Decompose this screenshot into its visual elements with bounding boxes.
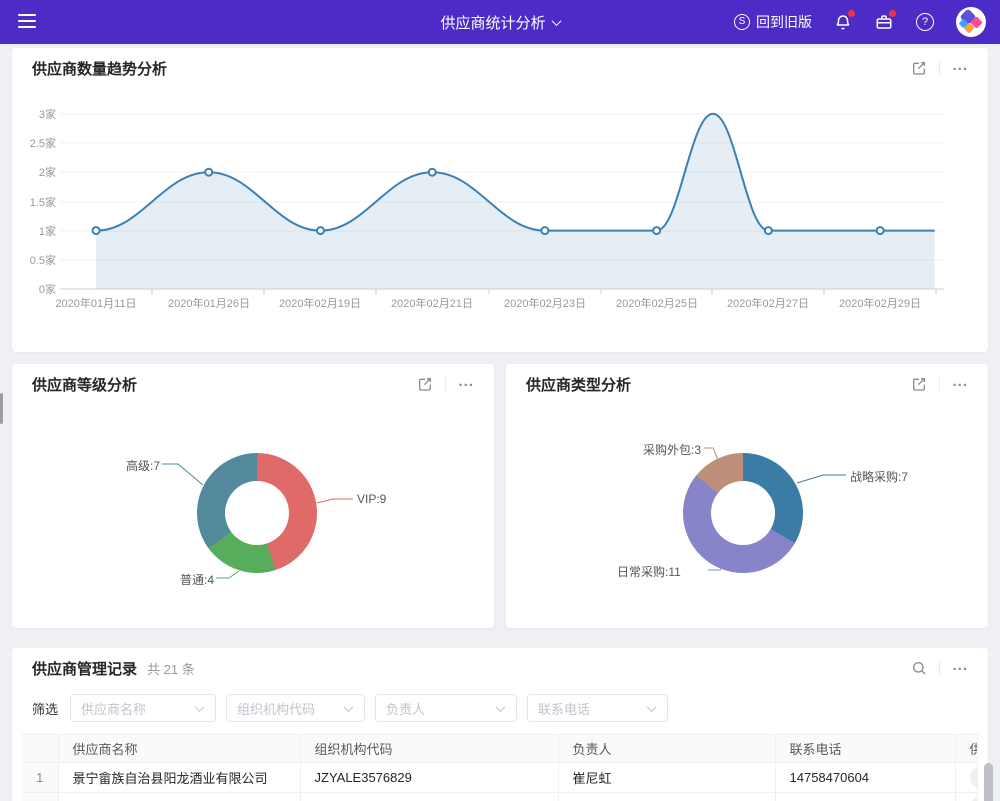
chevron-down-icon bbox=[195, 702, 205, 712]
records-table: 供应商名称 组织机构代码 负责人 联系电话 供应商类型 1 景宁畲族自治县阳龙酒… bbox=[22, 734, 978, 801]
more-menu-icon[interactable] bbox=[952, 658, 968, 679]
chevron-down-icon bbox=[496, 702, 506, 712]
svg-text:2020年02月19日: 2020年02月19日 bbox=[279, 296, 361, 310]
x-axis-labels: 2020年01月11日 2020年01月26日 2020年02月19日 2020… bbox=[55, 296, 921, 310]
type-donut-chart bbox=[683, 453, 803, 573]
card-supplier-level: 供应商等级分析 高级:7 VIP:9 普通:4 bbox=[12, 364, 494, 628]
svg-text:2020年02月23日: 2020年02月23日 bbox=[504, 296, 586, 310]
cell-phone: 14758470604 bbox=[775, 793, 955, 801]
cell-owner: 崔尼虹 bbox=[558, 763, 775, 793]
filter-select-owner[interactable]: 负责人 bbox=[375, 694, 517, 722]
cell-org-code: JZYALE3576829 bbox=[300, 793, 558, 801]
cell-supplier-type: 日常采购 bbox=[955, 793, 978, 801]
back-to-old-version-button[interactable]: S 回到旧版 bbox=[734, 12, 812, 32]
back-to-old-version-label: 回到旧版 bbox=[756, 12, 812, 32]
col-owner: 负责人 bbox=[558, 735, 775, 763]
divider bbox=[939, 61, 940, 75]
card-title-trend: 供应商数量趋势分析 bbox=[32, 58, 167, 79]
col-supplier-name: 供应商名称 bbox=[58, 735, 300, 763]
user-avatar[interactable] bbox=[956, 7, 986, 37]
rollback-icon: S bbox=[734, 14, 750, 30]
notification-badge bbox=[848, 10, 855, 17]
chevron-down-icon bbox=[551, 16, 561, 26]
slice-label-vip: VIP:9 bbox=[357, 492, 386, 506]
svg-text:2020年02月25日: 2020年02月25日 bbox=[616, 296, 698, 310]
card-supplier-type: 供应商类型分析 采购外包:3 战略采购:7 日常采购:11 bbox=[506, 364, 988, 628]
svg-text:2020年01月11日: 2020年01月11日 bbox=[55, 296, 136, 310]
y-axis-labels: 3家 2.5家 2家 1.5家 1家 0.5家 0家 bbox=[30, 107, 56, 296]
card-title-level: 供应商等级分析 bbox=[32, 374, 137, 395]
card-title-type: 供应商类型分析 bbox=[526, 374, 631, 395]
page-title: 供应商统计分析 bbox=[440, 12, 545, 33]
filter-select-org-code[interactable]: 组织机构代码 bbox=[226, 694, 365, 722]
search-icon[interactable] bbox=[911, 660, 927, 676]
left-scrollbar-thumb[interactable] bbox=[0, 393, 3, 424]
slice-label-normal: 普通:4 bbox=[180, 571, 214, 588]
svg-text:2.5家: 2.5家 bbox=[30, 136, 56, 150]
trend-line-chart: 3家 2.5家 2家 1.5家 1家 0.5家 0家 2020年01月11日 2… bbox=[12, 88, 988, 352]
filter-label: 筛选 bbox=[32, 699, 58, 718]
workbench-badge bbox=[889, 10, 896, 17]
type-tag: 日常采购 bbox=[970, 767, 978, 788]
divider bbox=[939, 377, 940, 391]
table-row[interactable]: 2 景宁顺川和顺农业发展有限公司 JZYALE3576829 邵霏 147584… bbox=[22, 793, 978, 801]
dashboard-page: 供应商统计分析 S 回到旧版 ? bbox=[0, 0, 1000, 801]
svg-text:2020年01月26日: 2020年01月26日 bbox=[168, 296, 250, 310]
chevron-down-icon bbox=[344, 702, 354, 712]
filter-row: 筛选 供应商名称 组织机构代码 负责人 联系电话 bbox=[12, 688, 988, 732]
cell-supplier-name: 景宁顺川和顺农业发展有限公司 bbox=[58, 793, 300, 801]
divider bbox=[445, 377, 446, 391]
right-scrollbar-thumb[interactable] bbox=[984, 763, 993, 801]
col-supplier-type: 供应商类型 bbox=[955, 735, 978, 763]
slice-label-strategic: 战略采购:7 bbox=[850, 468, 908, 485]
col-phone: 联系电话 bbox=[775, 735, 955, 763]
col-org-code: 组织机构代码 bbox=[300, 735, 558, 763]
svg-text:2家: 2家 bbox=[39, 165, 56, 179]
divider bbox=[939, 661, 940, 675]
slice-label-senior: 高级:7 bbox=[126, 457, 160, 474]
svg-text:2020年02月29日: 2020年02月29日 bbox=[839, 296, 921, 310]
more-menu-icon[interactable] bbox=[458, 374, 474, 395]
more-menu-icon[interactable] bbox=[952, 58, 968, 79]
svg-text:3家: 3家 bbox=[39, 107, 56, 121]
cell-supplier-type: 日常采购 bbox=[955, 763, 978, 793]
export-icon[interactable] bbox=[911, 60, 927, 76]
workbench-button[interactable] bbox=[874, 12, 894, 32]
slice-label-outsourcing: 采购外包:3 bbox=[643, 441, 701, 458]
type-tag: 日常采购 bbox=[970, 797, 978, 801]
export-icon[interactable] bbox=[417, 376, 433, 392]
svg-text:1.5家: 1.5家 bbox=[30, 195, 56, 209]
svg-text:0.5家: 0.5家 bbox=[30, 253, 56, 267]
chevron-down-icon bbox=[647, 702, 657, 712]
col-index bbox=[22, 735, 58, 763]
slice-label-daily: 日常采购:11 bbox=[617, 563, 681, 580]
svg-text:0家: 0家 bbox=[39, 282, 56, 296]
table-row[interactable]: 1 景宁畲族自治县阳龙酒业有限公司 JZYALE3576829 崔尼虹 1475… bbox=[22, 763, 978, 793]
card-supplier-trend: 供应商数量趋势分析 bbox=[12, 48, 988, 352]
x-axis-ticks bbox=[152, 289, 936, 294]
more-menu-icon[interactable] bbox=[952, 374, 968, 395]
level-donut-chart bbox=[197, 453, 317, 573]
filter-select-phone[interactable]: 联系电话 bbox=[527, 694, 668, 722]
table-header-row: 供应商名称 组织机构代码 负责人 联系电话 供应商类型 bbox=[22, 735, 978, 763]
cell-owner: 邵霏 bbox=[558, 793, 775, 801]
cell-supplier-name: 景宁畲族自治县阳龙酒业有限公司 bbox=[58, 763, 300, 793]
cell-phone: 14758470604 bbox=[775, 763, 955, 793]
filter-select-supplier-name[interactable]: 供应商名称 bbox=[70, 694, 216, 722]
export-icon[interactable] bbox=[911, 376, 927, 392]
notifications-button[interactable] bbox=[833, 12, 853, 32]
cell-org-code: JZYALE3576829 bbox=[300, 763, 558, 793]
records-count: 共 21 条 bbox=[147, 659, 195, 678]
card-title-records: 供应商管理记录 bbox=[32, 658, 137, 679]
card-supplier-records: 供应商管理记录 共 21 条 筛选 供应商名称 组织机构代码 负责 bbox=[12, 648, 988, 801]
help-button[interactable]: ? bbox=[915, 12, 935, 32]
svg-text:2020年02月27日: 2020年02月27日 bbox=[727, 296, 809, 310]
top-bar: 供应商统计分析 S 回到旧版 ? bbox=[0, 0, 1000, 44]
topbar-actions: S 回到旧版 ? bbox=[734, 0, 986, 44]
help-icon: ? bbox=[916, 13, 934, 31]
svg-text:1家: 1家 bbox=[39, 224, 56, 238]
svg-text:2020年02月21日: 2020年02月21日 bbox=[391, 296, 473, 310]
